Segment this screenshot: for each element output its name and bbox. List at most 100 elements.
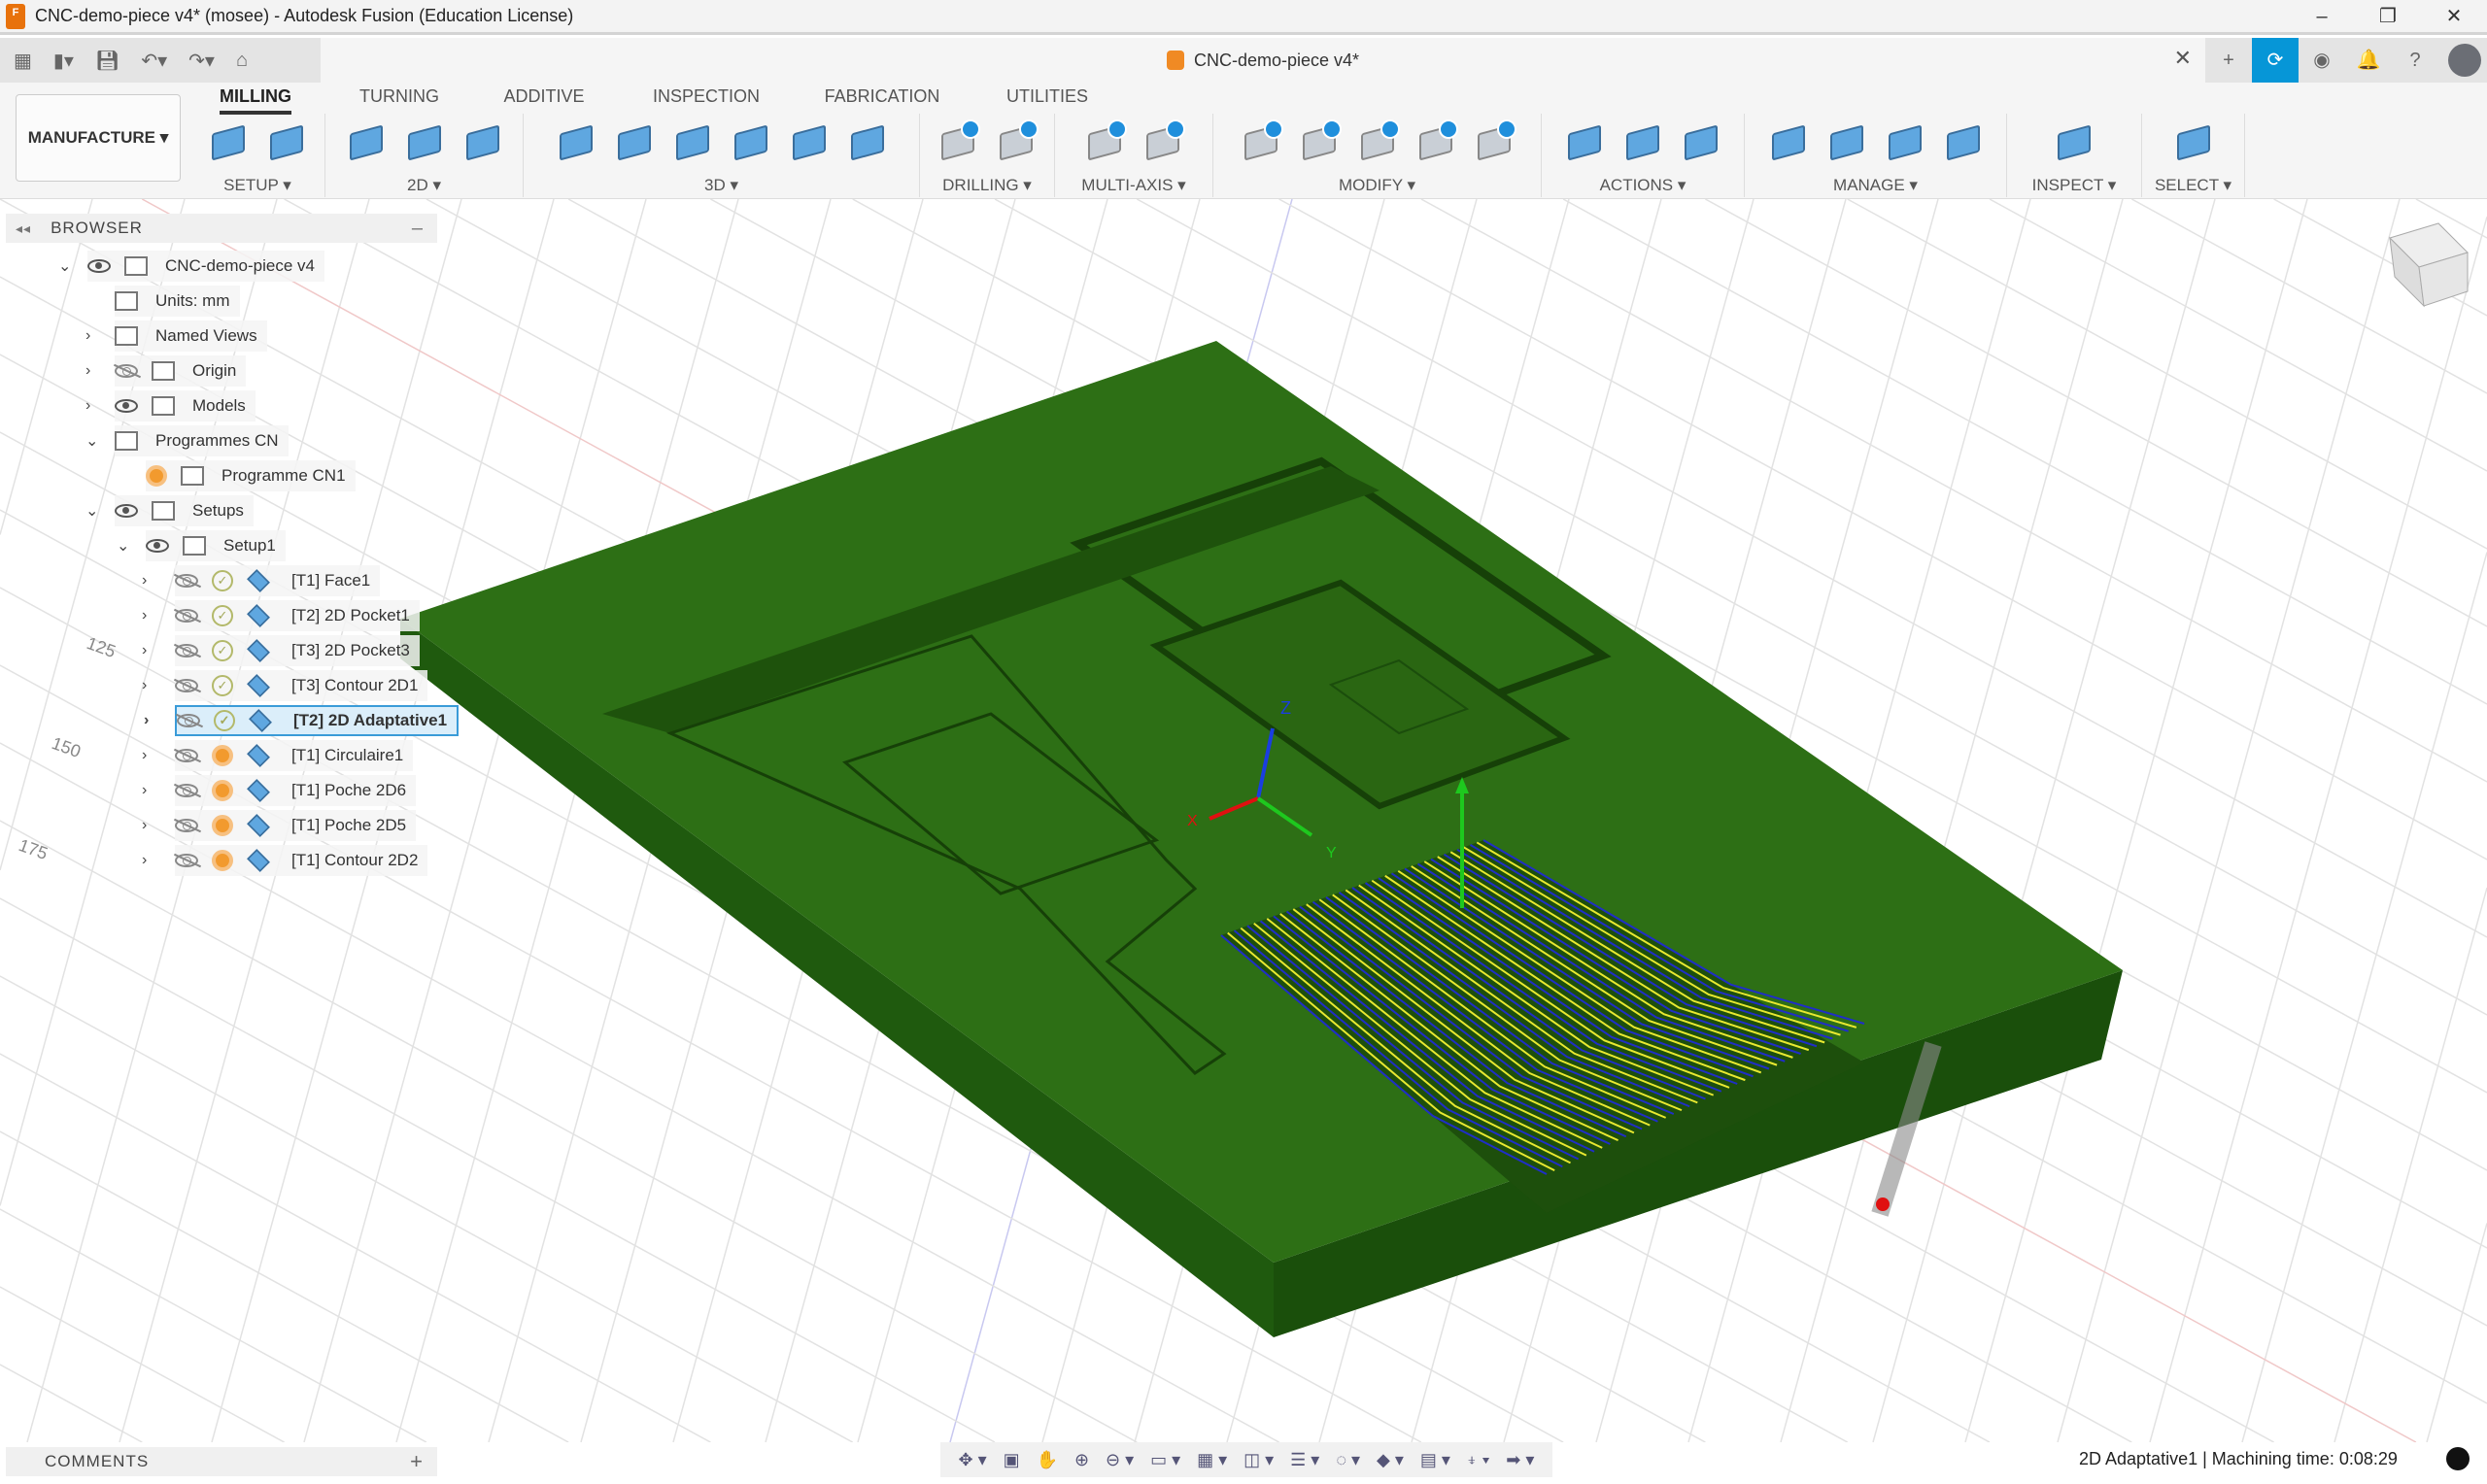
close-tab-icon[interactable]: ✕ xyxy=(2174,46,2192,71)
file-menu-icon[interactable]: ▮▾ xyxy=(53,49,74,73)
browser-item[interactable]: ›[T1] Poche 2D5 xyxy=(175,810,416,841)
grid-icon[interactable]: ▦ ▾ xyxy=(1197,1450,1227,1470)
tool-icon[interactable] xyxy=(1082,119,1127,164)
tool-icon[interactable] xyxy=(1766,119,1811,164)
refresh-icon[interactable]: ◌ ▾ xyxy=(1336,1450,1360,1470)
tool-icon[interactable] xyxy=(460,119,505,164)
browser-item[interactable]: ⌄Setups xyxy=(115,495,254,526)
tool-icon[interactable] xyxy=(787,119,832,164)
close-window-button[interactable]: ✕ xyxy=(2421,0,2487,33)
tool-icon[interactable] xyxy=(936,119,980,164)
tab-inspection[interactable]: INSPECTION xyxy=(653,86,760,107)
expand-chevron-icon[interactable]: › xyxy=(85,397,90,415)
tool-icon[interactable] xyxy=(1824,119,1869,164)
visibility-off-icon[interactable] xyxy=(175,644,198,658)
tool-icon[interactable] xyxy=(344,119,389,164)
view-cube[interactable] xyxy=(2390,223,2468,306)
browser-item[interactable]: ⌄CNC-demo-piece v4 xyxy=(87,251,324,282)
browser-item[interactable]: ›[T1] Circulaire1 xyxy=(175,740,413,771)
visibility-off-icon[interactable] xyxy=(175,679,198,692)
tool-icon[interactable] xyxy=(612,119,657,164)
browser-item[interactable]: ›✓[T3] Contour 2D1 xyxy=(175,670,427,701)
expand-chevron-icon[interactable]: › xyxy=(85,362,90,380)
ribbon-group-label[interactable]: SELECT ▾ xyxy=(2142,176,2244,195)
browser-item[interactable]: ›[T1] Contour 2D2 xyxy=(175,845,427,876)
ribbon-group-label[interactable]: ACTIONS ▾ xyxy=(1542,176,1744,195)
tool-icon[interactable] xyxy=(1297,119,1342,164)
ribbon-group-label[interactable]: MODIFY ▾ xyxy=(1213,176,1541,195)
tab-fabrication[interactable]: FABRICATION xyxy=(825,86,940,107)
expand-chevron-icon[interactable]: ⌄ xyxy=(117,536,129,556)
expand-chevron-icon[interactable]: ⌄ xyxy=(85,431,98,451)
visibility-icon[interactable] xyxy=(146,539,169,553)
visibility-off-icon[interactable] xyxy=(175,819,198,832)
ribbon-group-label[interactable]: DRILLING ▾ xyxy=(920,176,1054,195)
expand-chevron-icon[interactable]: › xyxy=(142,677,147,694)
job-status-icon[interactable]: ⟳ xyxy=(2252,38,2299,83)
visibility-icon[interactable] xyxy=(87,259,111,273)
browser-item[interactable]: ⌄Programmes CN xyxy=(115,425,289,456)
ribbon-group-label[interactable]: SETUP ▾ xyxy=(190,176,324,195)
tool-icon[interactable] xyxy=(1141,119,1185,164)
tab-milling[interactable]: MILLING xyxy=(220,86,291,115)
tool-icon[interactable] xyxy=(1414,119,1458,164)
tool-icon[interactable] xyxy=(2052,119,2096,164)
visibility-icon[interactable] xyxy=(115,364,138,378)
visibility-icon[interactable] xyxy=(115,504,138,518)
tool-icon[interactable] xyxy=(670,119,715,164)
zoom-icon[interactable]: ⊕ xyxy=(1074,1450,1089,1470)
save-icon[interactable]: 💾︎ xyxy=(95,49,119,73)
redo-icon[interactable]: ↷▾ xyxy=(188,49,215,73)
tool-icon[interactable] xyxy=(402,119,447,164)
expand-chevron-icon[interactable]: › xyxy=(142,642,147,659)
collapse-browser-icon[interactable]: ◂◂ xyxy=(16,220,31,237)
orbit-icon[interactable]: ✥ ▾ xyxy=(958,1450,986,1470)
pan-icon[interactable]: ✋ xyxy=(1037,1450,1058,1470)
undo-icon[interactable]: ↶▾ xyxy=(141,49,167,73)
expand-chevron-icon[interactable]: › xyxy=(142,572,147,590)
tool-icon[interactable] xyxy=(1355,119,1400,164)
tool-icon[interactable] xyxy=(206,119,251,164)
stock-icon[interactable]: ➡ ▾ xyxy=(1506,1450,1534,1470)
ribbon-group-label[interactable]: 2D ▾ xyxy=(325,176,523,195)
tool-icon[interactable] xyxy=(554,119,598,164)
visibility-off-icon[interactable] xyxy=(175,609,198,623)
tool-icon[interactable] xyxy=(729,119,773,164)
tool-icon[interactable] xyxy=(1941,119,1986,164)
app-grid-icon[interactable]: ▦ xyxy=(14,49,32,73)
visibility-off-icon[interactable] xyxy=(177,714,200,727)
browser-item[interactable]: ›Named Views xyxy=(115,320,267,352)
tool-icon[interactable] xyxy=(1883,119,1927,164)
expand-chevron-icon[interactable]: ⌄ xyxy=(58,256,71,276)
look-at-icon[interactable]: ▣ xyxy=(1004,1450,1020,1470)
visibility-icon[interactable] xyxy=(115,399,138,413)
expand-chevron-icon[interactable]: › xyxy=(142,817,147,834)
minimize-browser-icon[interactable]: – xyxy=(412,218,424,240)
browser-item[interactable]: ›✓[T1] Face1 xyxy=(175,565,380,596)
home-icon[interactable]: ⌂ xyxy=(236,50,248,72)
browser-item[interactable]: ›✓[T3] 2D Pocket3 xyxy=(175,635,420,666)
browser-item[interactable]: ⌄Setup1 xyxy=(146,530,286,561)
tool-icon[interactable] xyxy=(994,119,1039,164)
zoom-window-icon[interactable]: ⊖ ▾ xyxy=(1106,1450,1134,1470)
visibility-off-icon[interactable] xyxy=(175,784,198,797)
browser-item[interactable]: ›✓[T2] 2D Pocket1 xyxy=(175,600,420,631)
workspace-switcher[interactable]: MANUFACTURE ▾ xyxy=(16,94,181,182)
tool-icon[interactable] xyxy=(1239,119,1283,164)
browser-item[interactable]: Programme CN1 xyxy=(146,460,356,491)
tab-additive[interactable]: ADDITIVE xyxy=(503,86,584,107)
tool-icon[interactable] xyxy=(1562,119,1607,164)
browser-item[interactable]: ›✓[T2] 2D Adaptative1 xyxy=(175,705,459,736)
minimize-button[interactable]: – xyxy=(2289,0,2355,33)
browser-item[interactable]: ›[T1] Poche 2D6 xyxy=(175,775,416,806)
expand-chevron-icon[interactable]: › xyxy=(144,712,149,729)
expand-chevron-icon[interactable]: › xyxy=(142,852,147,869)
browser-item[interactable]: ›Models xyxy=(115,390,256,422)
new-tab-button[interactable]: + xyxy=(2205,38,2252,83)
tab-utilities[interactable]: UTILITIES xyxy=(1006,86,1088,107)
tool-icon[interactable] xyxy=(1620,119,1665,164)
browser-item[interactable]: Units: mm xyxy=(115,286,240,317)
camera-icon[interactable]: ▤ ▾ xyxy=(1420,1450,1450,1470)
tool-icon[interactable] xyxy=(845,119,890,164)
notifications-icon[interactable]: 🔔 xyxy=(2345,38,2392,83)
